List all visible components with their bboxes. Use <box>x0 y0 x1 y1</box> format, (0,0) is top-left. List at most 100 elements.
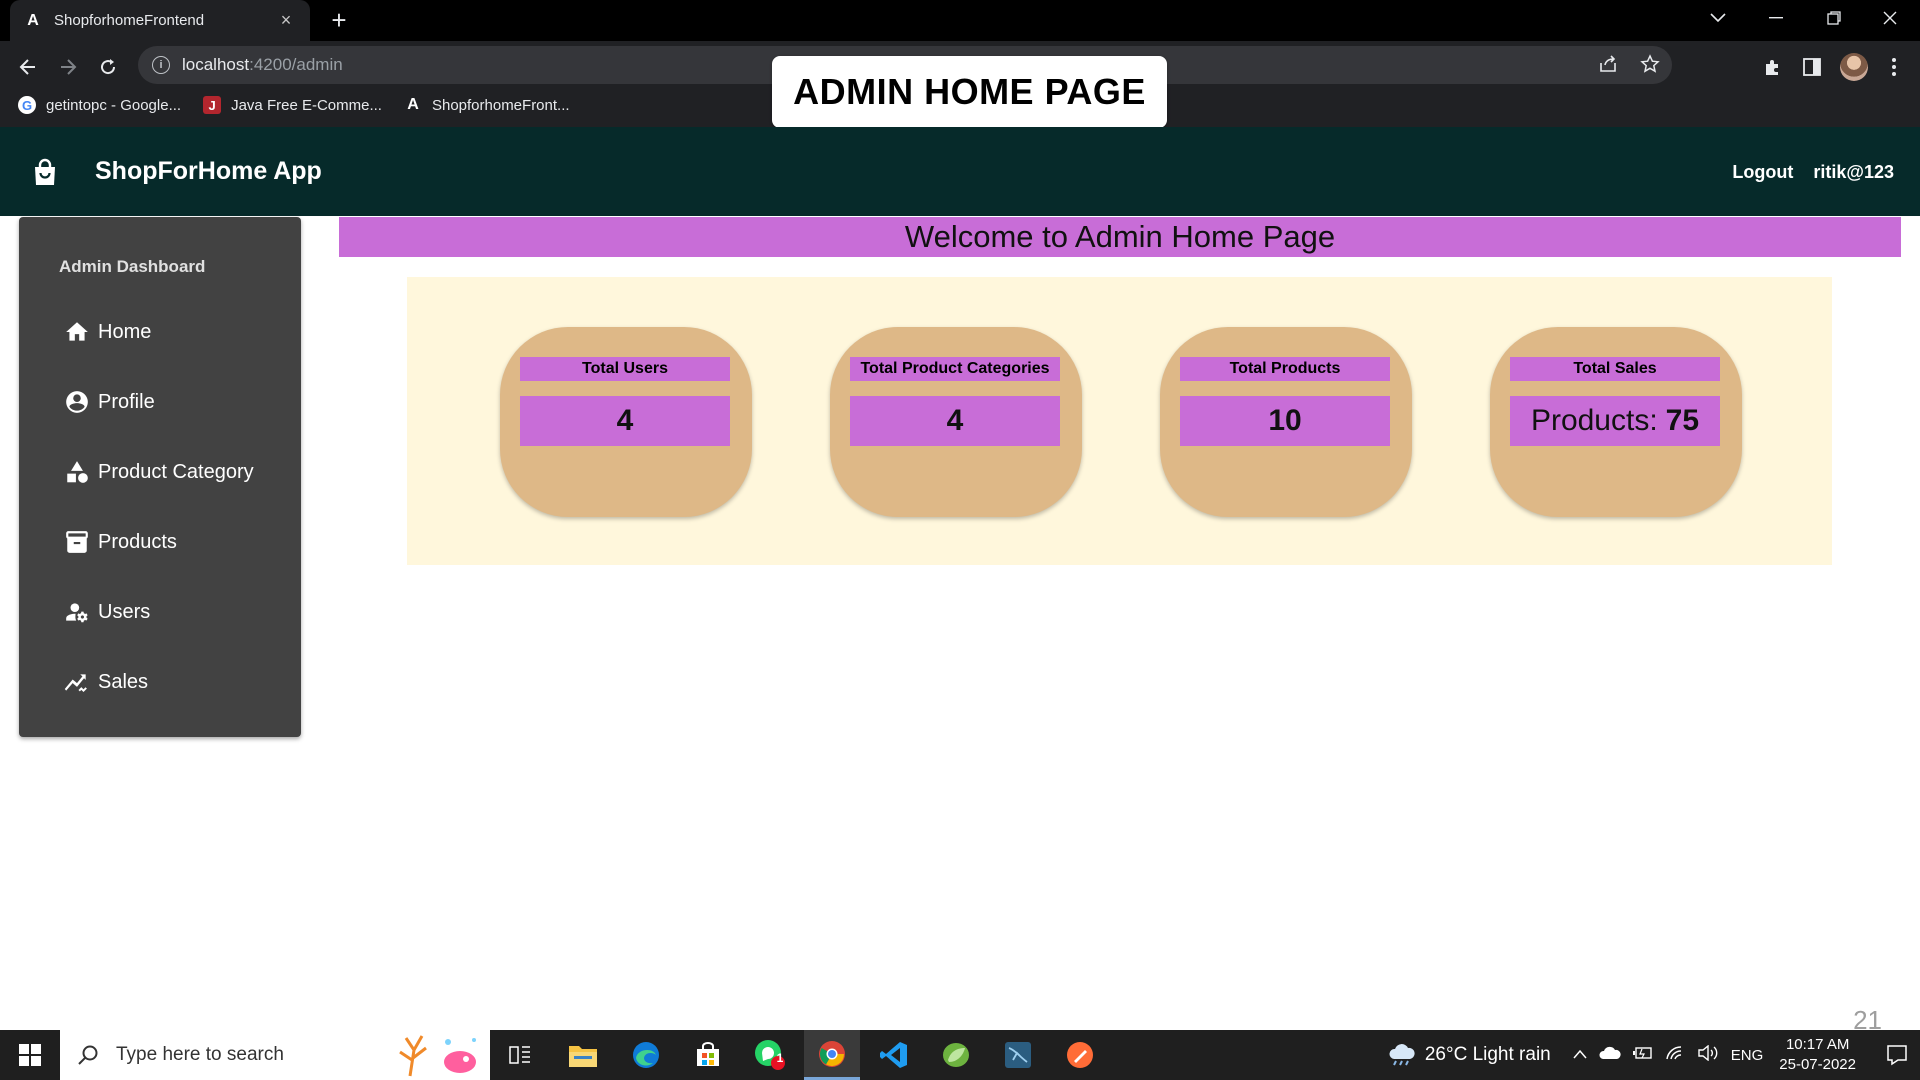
username-link[interactable]: ritik@123 <box>1813 162 1894 183</box>
app-header: ShopForHome App Logout ritik@123 <box>0 127 1920 216</box>
system-tray: 26°C Light rain ENG 10:17 AM 25-07-2022 <box>1387 1030 1920 1080</box>
new-tab-button[interactable]: + <box>324 6 354 36</box>
search-highlight-icon <box>399 1035 476 1077</box>
browser-tabstrip: A ShopforhomeFrontend × + <box>0 0 1920 41</box>
stat-value-number: 4 <box>616 404 634 437</box>
java-site-icon: J <box>203 96 222 114</box>
menu-kebab-icon[interactable] <box>1878 51 1910 83</box>
minimize-icon[interactable] <box>1750 0 1802 36</box>
bookmark-label: Java Free E-Comme... <box>231 96 382 114</box>
sidebar-item-label: Products <box>98 530 177 553</box>
share-icon[interactable] <box>1598 54 1618 79</box>
google-icon: G <box>18 96 36 114</box>
extensions-icon[interactable] <box>1756 51 1788 83</box>
admin-sidebar: Admin Dashboard Home Profile Product Cat… <box>19 217 301 737</box>
vscode-icon[interactable] <box>866 1030 922 1080</box>
angular-icon: A <box>407 96 419 113</box>
side-panel-icon[interactable] <box>1796 51 1828 83</box>
chevron-up-icon[interactable] <box>1573 1046 1587 1064</box>
url-path: :4200/admin <box>249 55 343 74</box>
tab-search-icon[interactable] <box>1692 0 1744 36</box>
angular-icon: A <box>27 11 39 29</box>
taskbar-clock[interactable]: 10:17 AM 25-07-2022 <box>1779 1035 1856 1075</box>
stat-value: Products: 75 <box>1510 396 1720 446</box>
microsoft-store-icon[interactable] <box>680 1030 736 1080</box>
stat-value-prefix: Products: <box>1530 404 1658 437</box>
edge-icon[interactable] <box>618 1030 674 1080</box>
mysql-workbench-icon[interactable] <box>990 1030 1046 1080</box>
close-window-icon[interactable] <box>1864 0 1916 36</box>
sidebar-item-users[interactable]: Users <box>64 592 284 632</box>
sidebar-item-profile[interactable]: Profile <box>64 382 284 422</box>
bookmark-item[interactable]: A ShopforhomeFront... <box>404 96 570 114</box>
battery-icon[interactable] <box>1632 1046 1653 1065</box>
sidebar-item-sales[interactable]: Sales <box>64 662 284 702</box>
stat-value: 4 <box>850 396 1060 446</box>
profile-avatar[interactable] <box>1838 51 1870 83</box>
tab-title: ShopforhomeFrontend <box>54 12 205 29</box>
stat-label: Total Product Categories <box>850 357 1060 381</box>
restore-icon[interactable] <box>1808 0 1860 36</box>
browser-tab-active[interactable]: A ShopforhomeFrontend × <box>10 0 310 41</box>
bookmark-label: getintopc - Google... <box>46 96 182 114</box>
clock-time: 10:17 AM <box>1785 1036 1850 1053</box>
bookmark-item[interactable]: G getintopc - Google... <box>18 96 181 114</box>
inventory-icon <box>66 531 88 553</box>
rain-cloud-icon <box>1389 1044 1415 1066</box>
category-icon <box>67 461 88 483</box>
chrome-icon[interactable] <box>804 1030 860 1080</box>
stat-value-number: 10 <box>1268 404 1302 437</box>
stat-value-number: 75 <box>1665 404 1700 437</box>
site-info-icon[interactable]: i <box>152 56 170 74</box>
bookmark-item[interactable]: J Java Free E-Comme... <box>203 96 382 114</box>
bookmark-label: ShopforhomeFront... <box>431 96 570 114</box>
taskbar-search-input[interactable]: Type here to search <box>60 1030 490 1080</box>
tab-close-icon[interactable]: × <box>276 10 296 31</box>
spring-tool-suite-icon[interactable] <box>928 1030 984 1080</box>
postman-icon[interactable] <box>1052 1030 1108 1080</box>
weather-widget[interactable]: 26°C Light rain <box>1387 1043 1551 1067</box>
notification-icon[interactable] <box>1874 1030 1920 1080</box>
task-view-icon[interactable] <box>492 1030 548 1080</box>
sidebar-item-product-category[interactable]: Product Category <box>64 452 284 492</box>
bookmark-star-icon[interactable] <box>1640 54 1660 79</box>
account-circle-icon <box>66 391 88 413</box>
stat-value: 4 <box>520 396 730 446</box>
wifi-icon[interactable] <box>1665 1045 1685 1066</box>
sidebar-item-label: Users <box>98 600 151 623</box>
onedrive-icon[interactable] <box>1599 1046 1621 1065</box>
welcome-banner: Welcome to Admin Home Page <box>339 217 1901 257</box>
sidebar-item-label: Sales <box>98 670 149 693</box>
sidebar-item-label: Profile <box>98 390 155 413</box>
logout-link[interactable]: Logout <box>1732 162 1793 183</box>
app-title: ShopForHome App <box>95 157 322 185</box>
clock-date: 25-07-2022 <box>1779 1056 1856 1073</box>
forward-arrow-icon[interactable] <box>52 51 84 83</box>
page-caption: ADMIN HOME PAGE <box>772 56 1167 128</box>
language-indicator[interactable]: ENG <box>1731 1047 1764 1064</box>
volume-icon[interactable] <box>1697 1044 1719 1066</box>
stats-panel: Total Users 4 Total Product Categories 4… <box>407 277 1832 565</box>
stat-value-number: 4 <box>946 404 964 437</box>
whatsapp-icon[interactable]: 1 <box>742 1030 798 1080</box>
file-explorer-icon[interactable] <box>555 1030 611 1080</box>
whatsapp-badge: 1 <box>776 1051 784 1065</box>
sidebar-item-home[interactable]: Home <box>64 312 284 352</box>
sidebar-item-products[interactable]: Products <box>64 522 284 562</box>
manage-accounts-icon <box>66 603 88 623</box>
sidebar-item-label: Home <box>98 320 152 343</box>
stat-label: Total Users <box>520 357 730 381</box>
sidebar-header: Admin Dashboard <box>59 257 206 276</box>
back-arrow-icon[interactable] <box>12 51 44 83</box>
stat-card-total-sales: Total Sales Products: 75 <box>1490 327 1742 517</box>
stat-card-total-users: Total Users 4 <box>500 327 752 517</box>
shopping-bag-icon <box>30 157 60 187</box>
stat-label: Total Products <box>1180 357 1390 381</box>
windows-start-icon[interactable] <box>0 1030 60 1080</box>
sidebar-item-label: Product Category <box>98 460 254 483</box>
search-placeholder: Type here to search <box>116 1044 284 1065</box>
bookmarks-bar: G getintopc - Google... J Java Free E-Co… <box>0 92 570 118</box>
stat-value: 10 <box>1180 396 1390 446</box>
reload-icon[interactable] <box>92 51 124 83</box>
search-icon <box>78 1045 98 1065</box>
